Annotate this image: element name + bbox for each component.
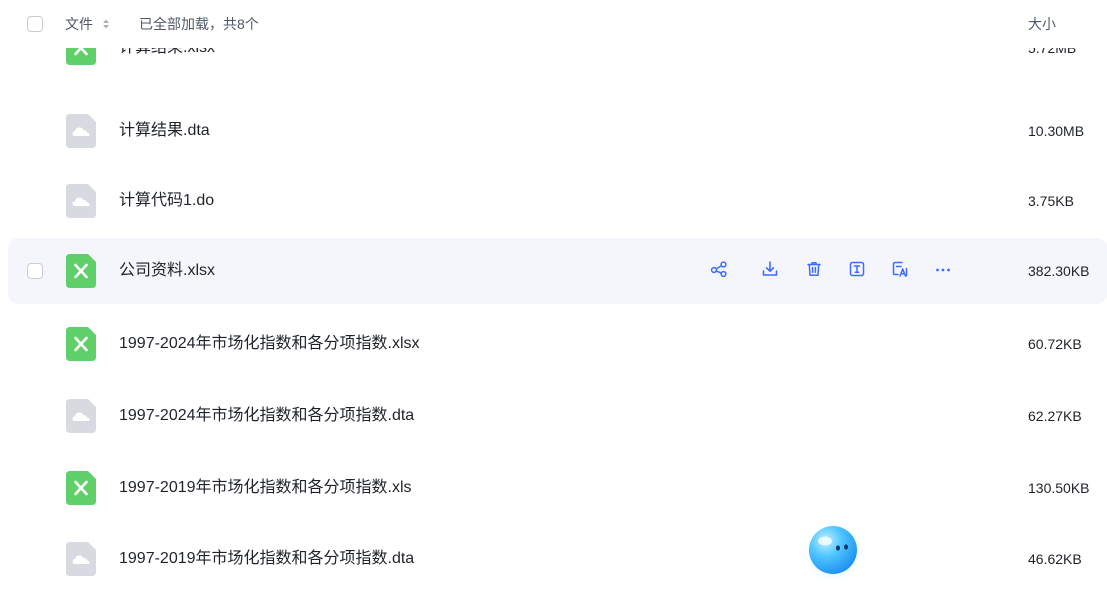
row-checkbox[interactable] — [27, 263, 43, 279]
column-size-header[interactable]: 大小 — [1028, 15, 1056, 33]
file-row[interactable]: 1997-2019年市场化指数和各分项指数.dta 46.62KB — [8, 526, 1107, 592]
cloud-file-icon — [66, 114, 96, 148]
loaded-status-text: 已全部加载，共8个 — [139, 16, 259, 32]
file-name[interactable]: 1997-2024年市场化指数和各分项指数.xlsx — [119, 334, 420, 354]
file-name[interactable]: 1997-2024年市场化指数和各分项指数.dta — [119, 406, 414, 426]
file-list: 计算结果.xlsx 5.72MB 计算结果.dta 10.30MB 计算代码1.… — [0, 0, 1107, 576]
file-name[interactable]: 1997-2019年市场化指数和各分项指数.dta — [119, 549, 414, 569]
column-name-header[interactable]: 文件 — [65, 15, 93, 33]
download-icon[interactable] — [761, 260, 779, 278]
file-name[interactable]: 计算结果.dta — [119, 121, 210, 141]
excel-file-icon — [66, 471, 96, 505]
file-name[interactable]: 计算代码1.do — [119, 191, 214, 211]
file-row-hovered[interactable]: 公司资料.xlsx 382.30KB — [8, 238, 1107, 304]
delete-icon[interactable] — [805, 260, 823, 278]
file-name[interactable]: 1997-2019年市场化指数和各分项指数.xls — [119, 478, 412, 498]
file-row[interactable]: 计算代码1.do 3.75KB — [8, 168, 1107, 234]
file-row[interactable]: 1997-2024年市场化指数和各分项指数.dta 62.27KB — [8, 383, 1107, 449]
file-row[interactable]: 计算结果.dta 10.30MB — [8, 98, 1107, 164]
sort-icon[interactable] — [102, 18, 110, 30]
file-size: 60.72KB — [1028, 336, 1082, 352]
rename-icon[interactable] — [848, 260, 866, 278]
ai-translate-icon[interactable] — [891, 260, 909, 278]
file-size: 382.30KB — [1028, 263, 1090, 279]
file-size: 130.50KB — [1028, 480, 1090, 496]
share-icon[interactable] — [710, 260, 728, 278]
file-row[interactable]: 1997-2024年市场化指数和各分项指数.xlsx 60.72KB — [8, 311, 1107, 377]
excel-file-icon — [66, 254, 96, 288]
select-all-checkbox[interactable] — [27, 16, 43, 32]
cloud-file-icon — [66, 399, 96, 433]
file-size: 46.62KB — [1028, 551, 1082, 567]
file-size: 62.27KB — [1028, 408, 1082, 424]
cloud-file-icon — [66, 184, 96, 218]
file-size: 3.75KB — [1028, 193, 1074, 209]
file-size: 10.30MB — [1028, 123, 1085, 139]
assistant-mascot-icon[interactable] — [800, 520, 866, 586]
file-name[interactable]: 公司资料.xlsx — [119, 261, 215, 281]
file-row[interactable]: 1997-2019年市场化指数和各分项指数.xls 130.50KB — [8, 455, 1107, 521]
excel-file-icon — [66, 327, 96, 361]
list-header: 文件 已全部加载，共8个 大小 — [0, 0, 1107, 48]
cloud-file-icon — [66, 542, 96, 576]
more-icon[interactable] — [934, 260, 952, 278]
